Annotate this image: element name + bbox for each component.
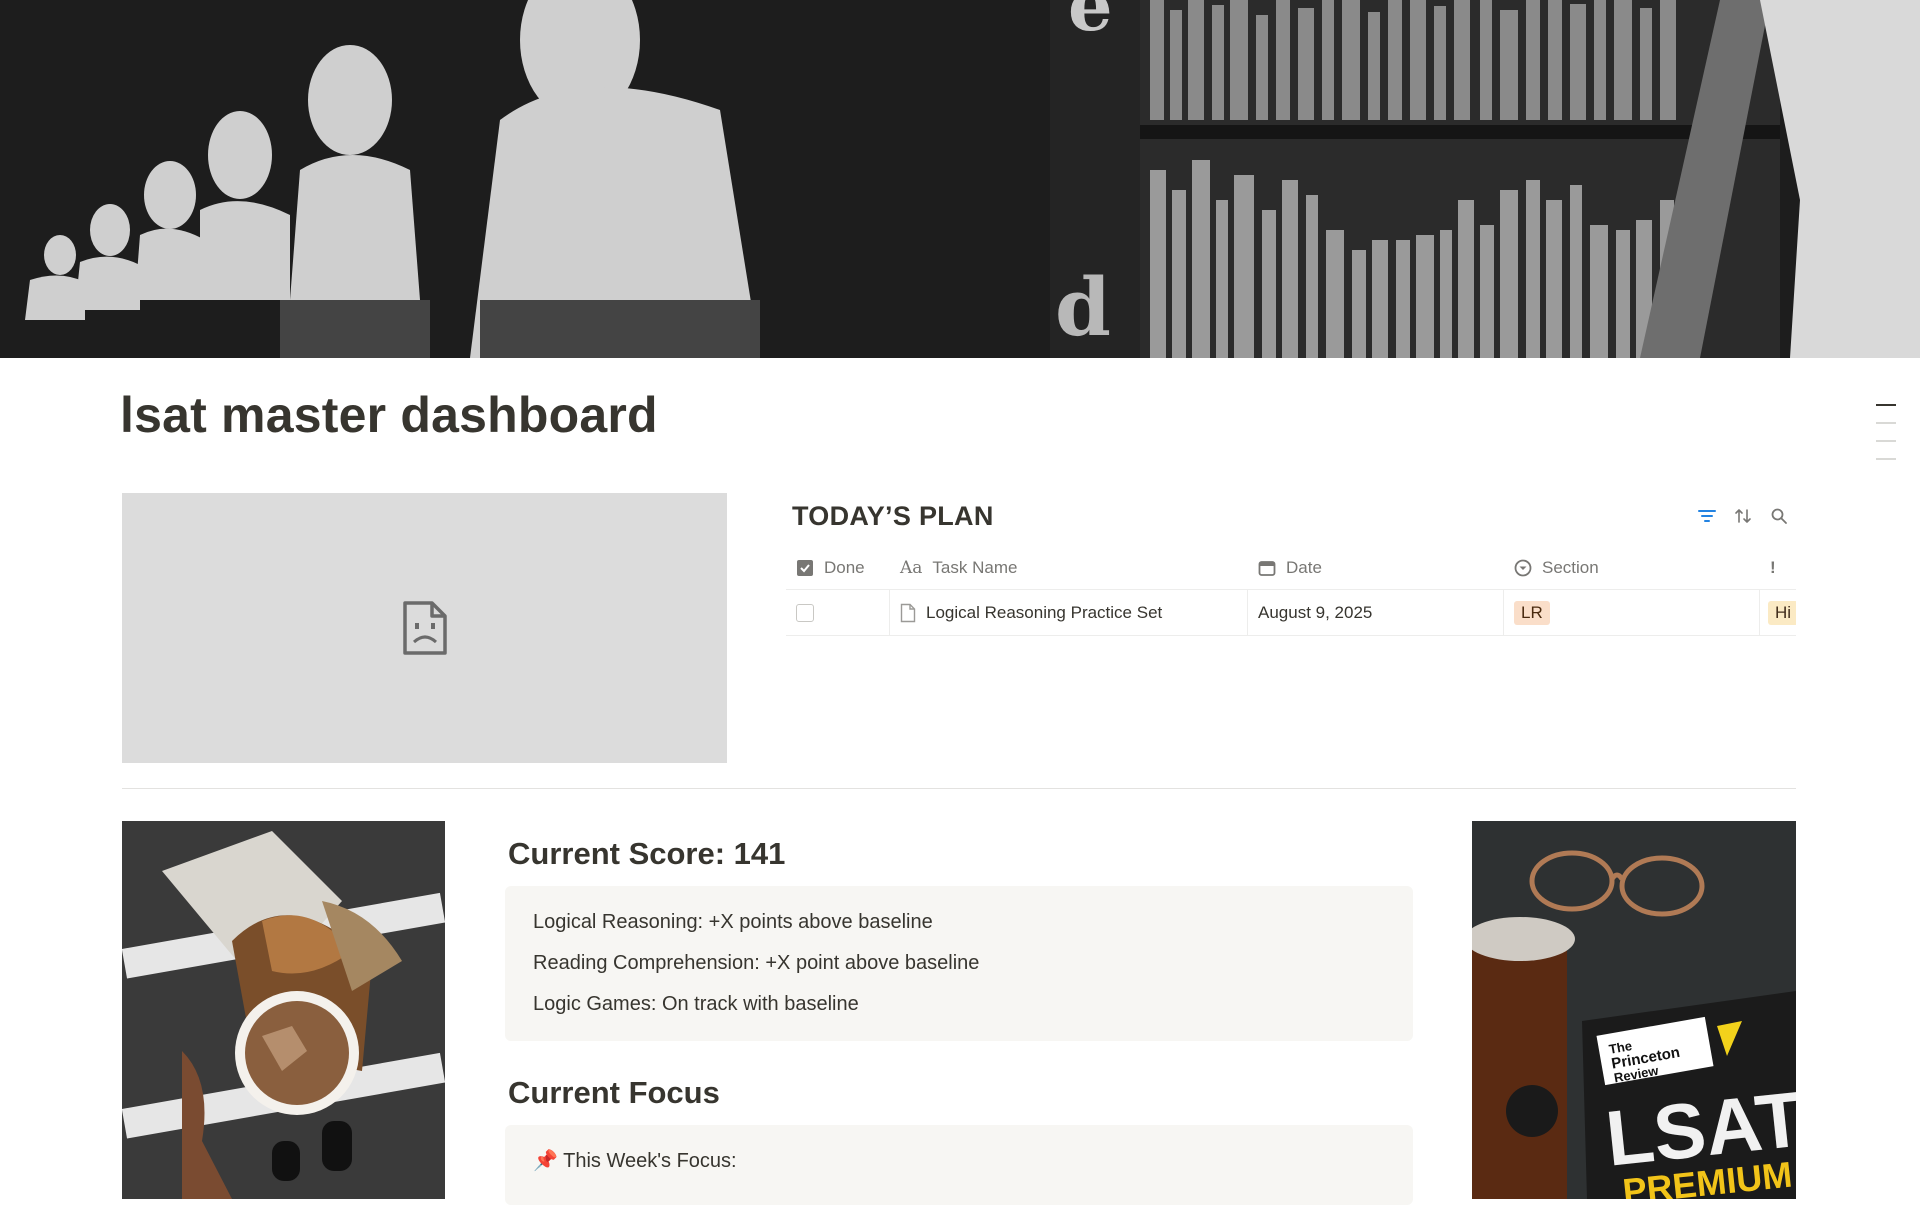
toc-line[interactable] bbox=[1876, 458, 1896, 460]
column-header-task-name[interactable]: Aa Task Name bbox=[890, 546, 1248, 589]
table-of-contents[interactable] bbox=[1876, 404, 1896, 476]
divider bbox=[122, 788, 1796, 789]
column-header-priority[interactable]: ! bbox=[1760, 546, 1796, 589]
main-content: Current Score: 141 Logical Reasoning: +X… bbox=[505, 836, 1413, 1205]
toc-line[interactable] bbox=[1876, 440, 1896, 442]
section-cell[interactable]: LR bbox=[1504, 590, 1760, 635]
column-header-label: Section bbox=[1542, 557, 1599, 577]
broken-embed[interactable] bbox=[122, 493, 727, 763]
cover-letter-e: e bbox=[1068, 0, 1113, 47]
table-header-row: Done Aa Task Name Date Section ! bbox=[786, 546, 1796, 590]
done-checkbox[interactable] bbox=[796, 603, 814, 622]
task-name-cell[interactable]: Logical Reasoning Practice Set bbox=[890, 590, 1248, 635]
priority-icon: ! bbox=[1770, 557, 1776, 577]
cover-image: e d bbox=[0, 0, 1920, 358]
column-header-section[interactable]: Section bbox=[1504, 546, 1760, 589]
done-cell[interactable] bbox=[786, 590, 890, 635]
score-item: Reading Comprehension: +X point above ba… bbox=[533, 952, 980, 974]
broken-file-icon bbox=[402, 601, 447, 655]
croissant-coffee-photo bbox=[122, 821, 445, 1199]
toc-line[interactable] bbox=[1876, 422, 1896, 424]
cover-illustration: e d bbox=[0, 0, 1920, 358]
current-score-heading: Current Score: 141 bbox=[508, 836, 786, 871]
column-header-label: Task Name bbox=[932, 557, 1018, 577]
plan-title: TODAY’S PLAN bbox=[792, 500, 994, 531]
toc-line[interactable] bbox=[1876, 404, 1896, 406]
section-tag: LR bbox=[1514, 600, 1550, 625]
date-text: August 9, 2025 bbox=[1258, 602, 1373, 622]
sort-icon[interactable] bbox=[1732, 505, 1754, 527]
page-icon bbox=[900, 603, 916, 622]
column-header-date[interactable]: Date bbox=[1248, 546, 1504, 589]
table-row[interactable]: Logical Reasoning Practice Set August 9,… bbox=[786, 590, 1796, 636]
date-cell[interactable]: August 9, 2025 bbox=[1248, 590, 1504, 635]
score-item: Logical Reasoning: +X points above basel… bbox=[533, 911, 933, 933]
checkbox-property-icon bbox=[797, 559, 813, 576]
priority-cell[interactable]: Hi bbox=[1760, 590, 1796, 635]
title-property-icon: Aa bbox=[900, 557, 923, 578]
focus-first-line: 📌 This Week's Focus: bbox=[533, 1150, 737, 1172]
priority-tag: Hi bbox=[1768, 600, 1796, 625]
plan-table: Done Aa Task Name Date Section ! Logical… bbox=[786, 546, 1796, 636]
task-name-text[interactable]: Logical Reasoning Practice Set bbox=[926, 603, 1162, 623]
cover-letter-d: d bbox=[1055, 260, 1111, 354]
search-icon[interactable] bbox=[1768, 505, 1790, 527]
column-header-done[interactable]: Done bbox=[786, 546, 890, 589]
filter-icon[interactable] bbox=[1696, 505, 1718, 527]
column-header-label: Done bbox=[824, 557, 865, 577]
focus-callout: 📌 This Week's Focus: bbox=[505, 1125, 1413, 1205]
score-callout: Logical Reasoning: +X points above basel… bbox=[505, 886, 1413, 1041]
lsat-book-photo: The Princeton Review LSAT PREMIUM bbox=[1472, 821, 1796, 1199]
calendar-icon bbox=[1258, 560, 1276, 576]
current-focus-heading: Current Focus bbox=[508, 1075, 720, 1110]
select-property-icon bbox=[1514, 559, 1532, 576]
score-item: Logic Games: On track with baseline bbox=[533, 993, 859, 1015]
todays-plan-database: TODAY’S PLAN Done Aa Task Name Date Sect… bbox=[786, 492, 1796, 636]
page-title: lsat master dashboard bbox=[120, 387, 658, 443]
column-header-label: Date bbox=[1286, 557, 1322, 577]
